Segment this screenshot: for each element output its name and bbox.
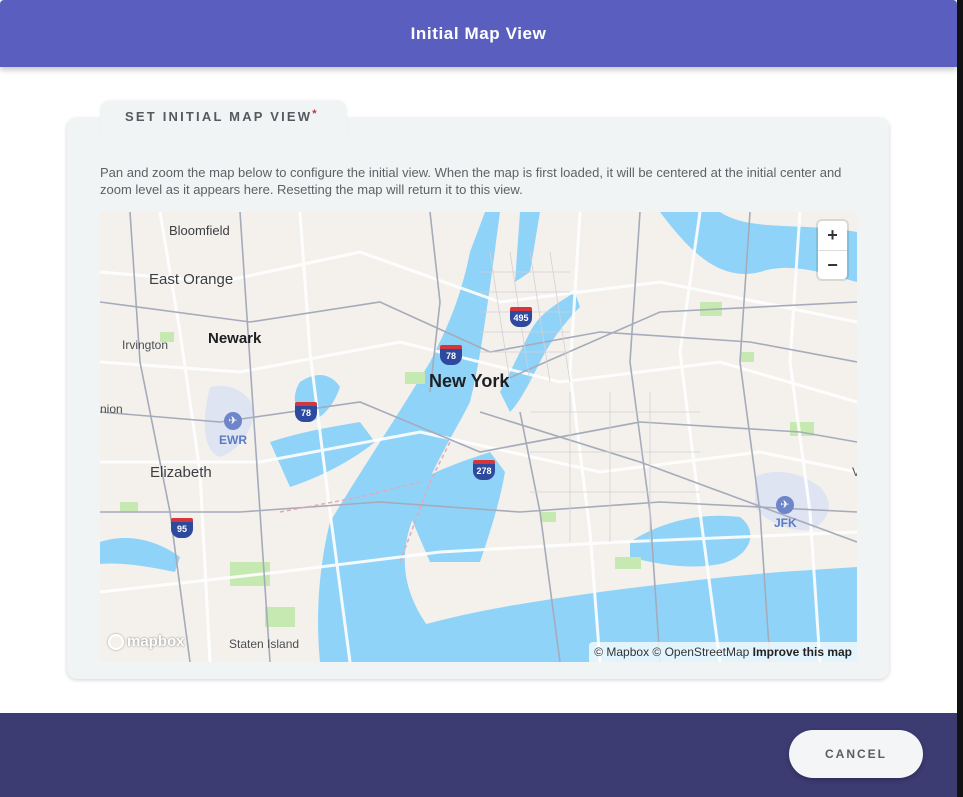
airplane-icon: ✈	[776, 496, 794, 514]
window-edge	[957, 0, 963, 797]
label-staten-island: Staten Island	[229, 637, 300, 651]
interstate-shield-icon: 495	[510, 307, 532, 327]
dialog-header: Initial Map View	[0, 0, 957, 67]
label-irvington: Irvington	[122, 338, 169, 352]
label-bloomfield: Bloomfield	[169, 223, 230, 238]
label-edge-v: V	[852, 465, 857, 479]
mapbox-logo[interactable]: mapbox	[108, 633, 185, 650]
mapbox-logo-text: mapbox	[127, 633, 185, 650]
interstate-shield-icon: 78	[295, 402, 317, 422]
label-union: nion	[100, 402, 123, 416]
airplane-icon: ✈	[224, 412, 242, 430]
zoom-control: + −	[818, 221, 847, 279]
section-title-text: SET INITIAL MAP VIEW	[125, 109, 313, 124]
zoom-in-button[interactable]: +	[818, 221, 847, 251]
cancel-button[interactable]: CANCEL	[789, 730, 923, 778]
map-attribution: © Mapbox © OpenStreetMap Improve this ma…	[589, 642, 857, 662]
map-instructions: Pan and zoom the map below to configure …	[100, 165, 842, 197]
attribution-text[interactable]: © Mapbox © OpenStreetMap	[594, 645, 749, 659]
interstate-shield-icon: 95	[171, 518, 193, 538]
airport-label-ewr: EWR	[219, 433, 247, 447]
label-new-york: New York	[429, 371, 510, 391]
improve-map-link[interactable]: Improve this map	[753, 645, 852, 659]
mapbox-logo-icon	[108, 633, 124, 650]
airport-label-jfk: JFK	[774, 516, 797, 530]
dialog-title: Initial Map View	[410, 23, 547, 43]
label-newark: Newark	[208, 330, 262, 347]
label-east-orange: East Orange	[149, 271, 234, 288]
zoom-out-button[interactable]: −	[818, 251, 847, 280]
label-elizabeth: Elizabeth	[150, 464, 212, 481]
interstate-shield-icon: 78	[440, 345, 462, 365]
interstate-shield-icon: 278	[473, 460, 495, 480]
map-canvas[interactable]: Bloomfield East Orange Newark Irvington …	[100, 212, 857, 662]
required-mark: *	[312, 108, 317, 120]
section-title: SET INITIAL MAP VIEW*	[125, 108, 317, 124]
